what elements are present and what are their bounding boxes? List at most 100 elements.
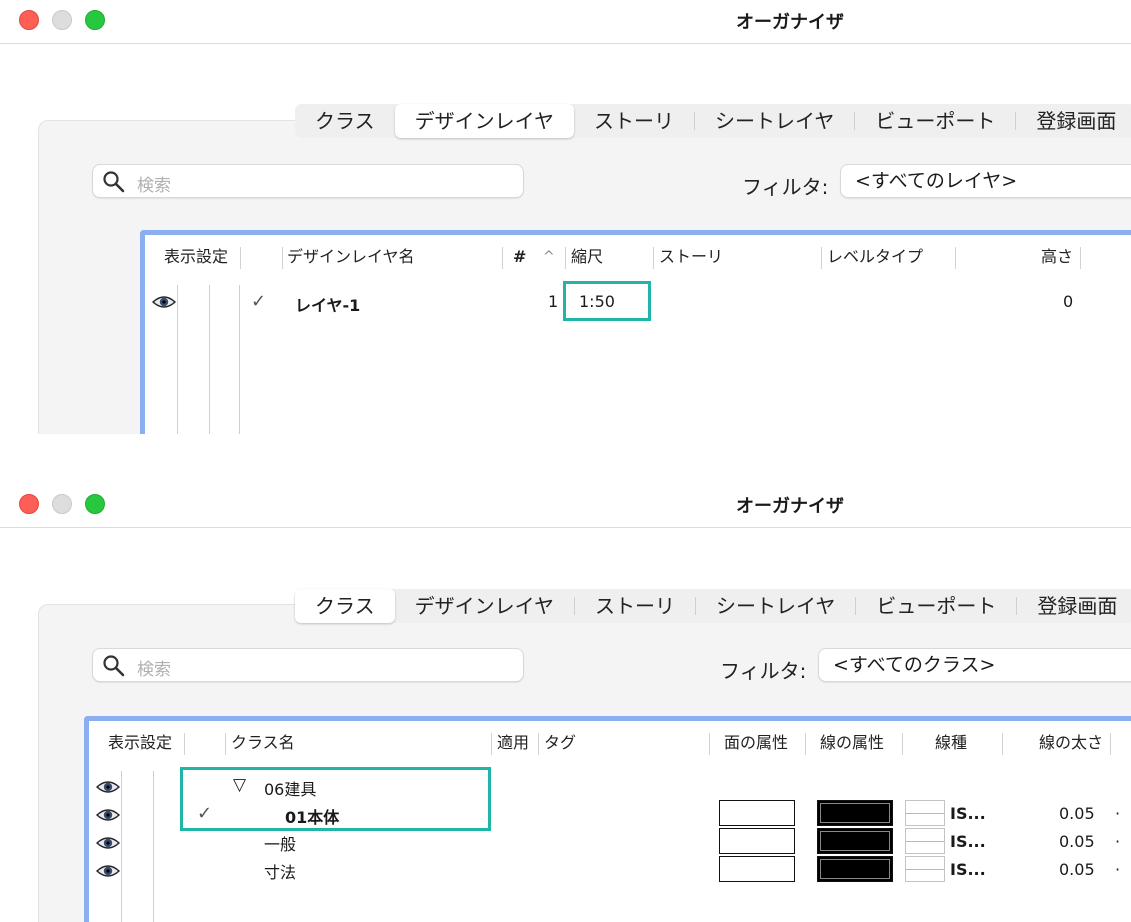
sort-ascending-icon: ^ [543,249,555,265]
col-header-tag[interactable]: タグ [544,721,576,765]
minimize-button[interactable] [52,10,72,30]
scale-highlight-box [563,281,651,321]
close-button[interactable] [19,10,39,30]
tab-design-layers[interactable]: デザインレイヤ [395,589,574,623]
line-weight[interactable]: 0.05 [1059,804,1095,823]
eye-icon[interactable] [96,834,120,852]
tab-design-layers[interactable]: デザインレイヤ [394,104,575,138]
zoom-button[interactable] [85,494,105,514]
header-divider [821,247,822,269]
layer-height[interactable]: 0 [1063,292,1073,311]
col-header-level-type[interactable]: レベルタイプ [827,235,923,279]
pen-swatch[interactable] [817,800,893,826]
col-header-layer-name[interactable]: デザインレイヤ名 [287,235,415,279]
col-header-visibility[interactable]: 表示設定 [164,235,228,279]
tab-bar: クラス デザインレイヤ ストーリ シートレイヤ ビューポート 登録画面 [295,589,1131,623]
title-bar: オーガナイザ [0,0,1131,44]
line-type[interactable]: IS... [950,832,986,851]
tab-viewports[interactable]: ビューポート [855,104,1015,138]
col-header-visibility[interactable]: 表示設定 [108,721,172,765]
header-divider [491,733,492,755]
col-header-class-name[interactable]: クラス名 [231,721,295,765]
header-divider [282,247,283,269]
window-title: オーガナイザ [736,12,844,33]
tab-classes[interactable]: クラス [295,589,395,623]
close-button[interactable] [19,494,39,514]
tab-viewports[interactable]: ビューポート [856,589,1016,623]
fill-swatch[interactable] [719,856,795,882]
eye-icon[interactable] [96,862,120,880]
overflow-value: · [1115,832,1121,851]
line-type-icon [905,856,945,882]
col-header-scale[interactable]: 縮尺 [571,235,603,279]
header-divider [1110,733,1111,755]
check-icon[interactable]: ✓ [251,291,266,312]
layer-number: 1 [548,292,559,311]
line-type[interactable]: IS... [950,804,986,823]
pen-swatch[interactable] [817,828,893,854]
line-type[interactable]: IS... [950,860,986,879]
search-placeholder: 検索 [137,660,171,680]
fill-swatch[interactable] [719,800,795,826]
col-header-fill-attributes[interactable]: 面の属性 [724,721,788,765]
col-header-line-type[interactable]: 線種 [935,721,967,765]
filter-label: フィルタ: [720,659,807,683]
search-input[interactable]: 検索 [92,648,524,682]
tab-saved-views[interactable]: 登録画面 [1016,104,1131,138]
col-header-line-weight[interactable]: 線の太さ [1039,721,1103,765]
class-name[interactable]: 一般 [264,831,296,855]
header-divider [538,733,539,755]
eye-icon[interactable] [96,806,120,824]
pen-swatch[interactable] [817,856,893,882]
class-table[interactable]: 表示設定 クラス名 適用 タグ 面の属性 線の属性 線種 線の太さ ▽ 06建具… [84,716,1131,922]
organizer-window-classes: オーガナイザ クラス デザインレイヤ ストーリ シートレイヤ ビューポート 登録… [0,484,1131,922]
header-divider [955,247,956,269]
header-divider [502,247,503,269]
fill-swatch[interactable] [719,828,795,854]
header-divider [1002,733,1003,755]
window-title: オーガナイザ [736,496,844,517]
tab-stories[interactable]: ストーリ [575,589,695,623]
line-weight[interactable]: 0.05 [1059,832,1095,851]
tab-sheet-layers[interactable]: シートレイヤ [695,104,854,138]
header-divider [805,733,806,755]
header-divider [902,733,903,755]
class-name[interactable]: 寸法 [264,859,296,883]
tab-saved-views[interactable]: 登録画面 [1017,589,1131,623]
zoom-button[interactable] [85,10,105,30]
overflow-value: · [1115,860,1121,879]
header-divider [1080,247,1081,269]
design-layer-table[interactable]: 表示設定 デザインレイヤ名 # ^ 縮尺 ストーリ レベルタイプ 高さ ✓ レイ… [140,230,1131,434]
col-header-number[interactable]: # [513,235,526,279]
tab-sheet-layers[interactable]: シートレイヤ [696,589,855,623]
line-type-icon [905,800,945,826]
line-weight[interactable]: 0.05 [1059,860,1095,879]
header-divider [565,247,566,269]
title-bar: オーガナイザ [0,484,1131,528]
col-header-height[interactable]: 高さ [1041,235,1073,279]
search-input[interactable]: 検索 [92,164,524,198]
class-highlight-box [180,767,491,831]
tab-classes[interactable]: クラス [295,104,395,138]
col-header-apply[interactable]: 適用 [497,721,529,765]
header-divider [184,733,185,755]
eye-icon[interactable] [96,778,120,796]
col-header-pen-attributes[interactable]: 線の属性 [820,721,884,765]
filter-dropdown[interactable]: <すべてのレイヤ> [840,164,1131,198]
header-divider [653,247,654,269]
tab-stories[interactable]: ストーリ [574,104,694,138]
column-line [239,285,240,434]
minimize-button[interactable] [52,494,72,514]
filter-dropdown[interactable]: <すべてのクラス> [818,648,1131,682]
col-header-story[interactable]: ストーリ [659,235,723,279]
eye-icon[interactable] [152,293,176,311]
filter-label: フィルタ: [742,175,829,199]
line-type-icon [905,828,945,854]
tab-bar: クラス デザインレイヤ ストーリ シートレイヤ ビューポート 登録画面 [295,104,1131,138]
layer-name[interactable]: レイヤ-1 [295,292,360,316]
overflow-value: · [1115,804,1121,823]
header-divider [225,733,226,755]
column-line [209,285,210,434]
header-divider [709,733,710,755]
column-line [121,771,122,922]
